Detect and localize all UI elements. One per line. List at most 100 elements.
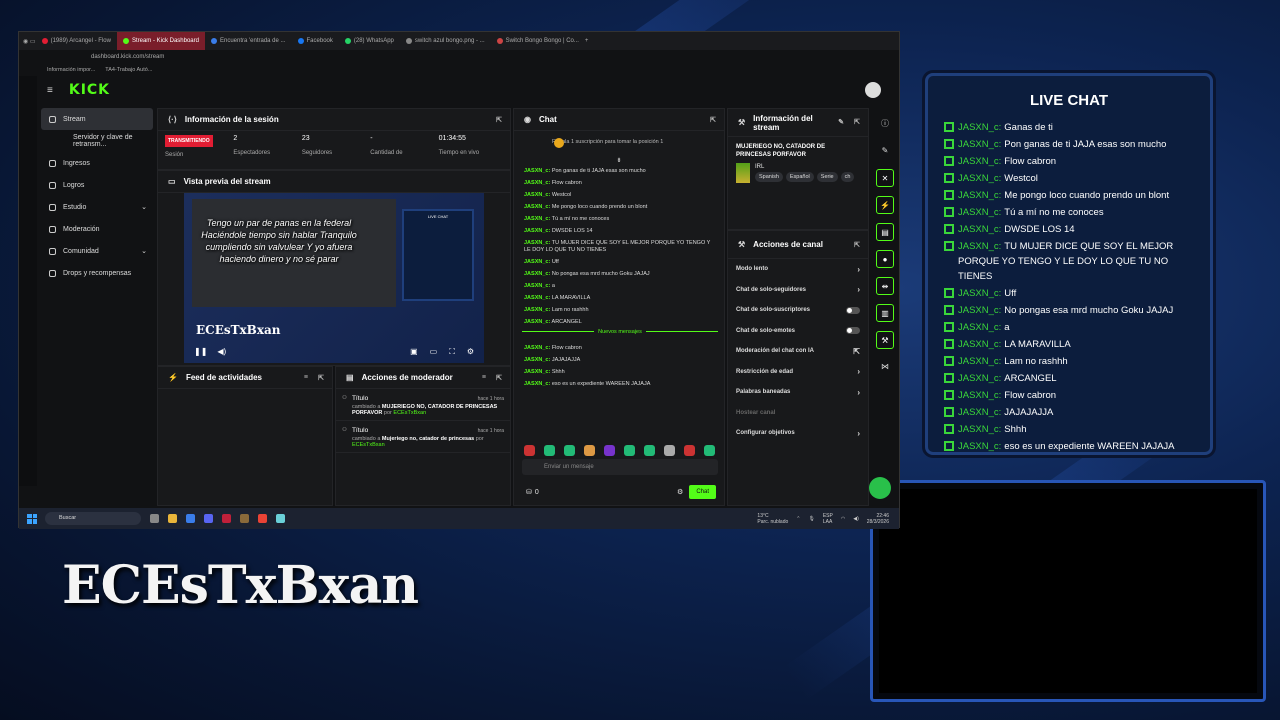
mic-icon[interactable]: 🎙 xyxy=(808,516,814,522)
note-icon[interactable]: ▤ xyxy=(876,223,894,241)
points-icon[interactable]: ⛁ xyxy=(526,488,532,496)
folder-icon[interactable] xyxy=(168,514,177,523)
chrome-icon[interactable] xyxy=(258,514,267,523)
sidebar-item[interactable]: Ingresos xyxy=(41,152,153,174)
emote-icon[interactable] xyxy=(644,445,655,456)
stream-tag[interactable]: ch xyxy=(840,172,855,182)
opera-icon[interactable] xyxy=(222,514,231,523)
chevron-down-icon[interactable]: ⌄ xyxy=(141,203,147,211)
info-icon[interactable]: ⓘ xyxy=(876,115,894,133)
channel-action-item[interactable]: Configurar objetivos › xyxy=(728,423,868,444)
chat-username[interactable]: JASXN_c: xyxy=(524,345,550,351)
popout-icon[interactable]: ⇱ xyxy=(854,118,860,127)
emote-icon[interactable] xyxy=(604,445,615,456)
app-icon[interactable] xyxy=(276,514,285,523)
chat-username[interactable]: JASXN_c: xyxy=(524,319,550,325)
chat-username[interactable]: JASXN_c: xyxy=(524,357,550,363)
taskview-icon[interactable] xyxy=(150,514,159,523)
fullscreen-icon[interactable]: ⛶ xyxy=(449,347,455,357)
chat-username[interactable]: JASXN_c: xyxy=(524,271,550,277)
send-chat-button[interactable]: Chat xyxy=(689,485,716,499)
category-name[interactable]: IRL xyxy=(755,164,854,170)
video-player[interactable]: LIVE CHAT Tengo un par de panas en la fe… xyxy=(184,193,484,363)
channel-action-item[interactable]: Moderación del chat con IA ⇱ xyxy=(728,341,868,362)
clock[interactable]: 22:46 28/3/2026 xyxy=(867,513,889,525)
sidebar-item[interactable]: Estudio ⌄ xyxy=(41,196,153,218)
toggle-switch[interactable] xyxy=(846,306,860,314)
windows-start-icon[interactable] xyxy=(27,513,37,524)
emote-icon[interactable] xyxy=(684,445,695,456)
url-bar[interactable]: dashboard.kick.com/stream xyxy=(19,50,899,64)
chat-username[interactable]: JASXN_c: xyxy=(524,369,550,375)
volume-icon[interactable]: ◀) xyxy=(217,347,226,357)
wrench-icon[interactable]: ⚒ xyxy=(876,331,894,349)
sidebar-item[interactable]: Stream xyxy=(41,108,153,130)
sidebar-item[interactable]: Comunidad ⌄ xyxy=(41,240,153,262)
bookmark-item[interactable]: TA4-Trabajo Autó... xyxy=(105,67,152,73)
layout-icon[interactable]: ▥ xyxy=(876,304,894,322)
chat-username[interactable]: JASXN_c: xyxy=(524,283,550,289)
sidebar-item[interactable]: Drops y recompensas xyxy=(41,262,153,284)
scroll-down-icon[interactable]: ⇟ xyxy=(514,157,724,164)
language[interactable]: ESP LAA xyxy=(823,513,833,525)
browser-tab[interactable]: Switch Bongo Bongo | Co... xyxy=(491,32,585,50)
sidebar-item[interactable]: Servidor y clave de retransm... xyxy=(41,130,153,152)
popout-icon[interactable]: ⇱ xyxy=(496,116,502,124)
edge-icon[interactable] xyxy=(186,514,195,523)
mod-action-user[interactable]: ECEsTxBxan xyxy=(352,442,385,448)
emote-icon[interactable] xyxy=(584,445,595,456)
sidebar-item[interactable]: Logros xyxy=(41,174,153,196)
chat-username[interactable]: JASXN_c: xyxy=(524,216,550,222)
chat-input[interactable]: Enviar un mensaje xyxy=(522,459,718,475)
new-tab-icon[interactable]: + xyxy=(585,38,589,44)
emote-icon[interactable] xyxy=(624,445,635,456)
bookmark-item[interactable]: Información impor... xyxy=(47,67,95,73)
pinned-sub-goal[interactable]: Regala 1 suscripción para tomar la posic… xyxy=(514,131,724,157)
chat-username[interactable]: JASXN_c: xyxy=(524,381,550,387)
flash-icon[interactable]: ⚡ xyxy=(876,196,894,214)
chat-username[interactable]: JASXN_c: xyxy=(524,168,550,174)
chevron-up-icon[interactable]: ⌃ xyxy=(796,516,800,522)
pip-icon[interactable]: ▣ xyxy=(410,347,418,357)
channel-action-item[interactable]: Palabras baneadas › xyxy=(728,382,868,403)
discord-icon[interactable] xyxy=(204,514,213,523)
channel-action-item[interactable]: Chat de solo-suscriptores xyxy=(728,300,868,321)
browser-tab[interactable]: (1989) Arcangel - Flow xyxy=(36,32,117,50)
stream-tag[interactable]: Español xyxy=(785,172,814,182)
edit-icon[interactable]: ✎ xyxy=(838,118,844,127)
stream-tag[interactable]: Spanish xyxy=(755,172,783,182)
minecraft-icon[interactable] xyxy=(240,514,249,523)
popout-icon[interactable]: ⇱ xyxy=(496,374,502,382)
emote-icon[interactable] xyxy=(564,445,575,456)
emote-icon[interactable] xyxy=(524,445,535,456)
popout-icon[interactable]: ⇱ xyxy=(710,116,716,124)
chat-username[interactable]: JASXN_c: xyxy=(524,228,550,234)
emote-icon[interactable] xyxy=(664,445,675,456)
speaker-icon[interactable]: ◀) xyxy=(853,516,859,522)
channel-action-item[interactable]: Restricción de edad › xyxy=(728,362,868,383)
stream-tag[interactable]: Serie xyxy=(816,172,838,182)
menu-icon[interactable]: ≡ xyxy=(47,85,53,96)
weather[interactable]: 13°C Parc. nublado xyxy=(757,513,788,525)
wifi-icon[interactable]: ◠ xyxy=(841,516,845,522)
browser-tab[interactable]: Encuentra 'entrada de ... xyxy=(205,32,292,50)
chat-username[interactable]: JASXN_c: xyxy=(524,307,550,313)
emote-icon[interactable] xyxy=(544,445,555,456)
split-icon[interactable]: ⇹ xyxy=(876,277,894,295)
emote-icon[interactable] xyxy=(704,445,715,456)
taskbar-search[interactable]: Buscar xyxy=(45,512,141,525)
popout-icon[interactable]: ⇱ xyxy=(318,374,324,382)
url-text[interactable]: dashboard.kick.com/stream xyxy=(91,54,164,60)
browser-tab[interactable]: (28) WhatsApp xyxy=(339,32,400,50)
popout-icon[interactable]: ⇱ xyxy=(854,241,860,249)
pen-icon[interactable]: ✎ xyxy=(876,142,894,160)
chat-username[interactable]: JASXN_c: xyxy=(524,295,550,301)
support-button[interactable] xyxy=(869,477,891,499)
channel-action-item[interactable]: Modo lento › xyxy=(728,259,868,280)
kick-logo[interactable]: KICK xyxy=(69,82,110,98)
channel-action-item[interactable]: Chat de solo-seguidores › xyxy=(728,280,868,301)
filter-icon[interactable]: ≡ xyxy=(304,374,308,381)
settings-icon[interactable]: ⚙ xyxy=(467,347,474,357)
chat-username[interactable]: JASXN_c: xyxy=(524,192,550,198)
chat-username[interactable]: JASXN_c: xyxy=(524,240,550,246)
